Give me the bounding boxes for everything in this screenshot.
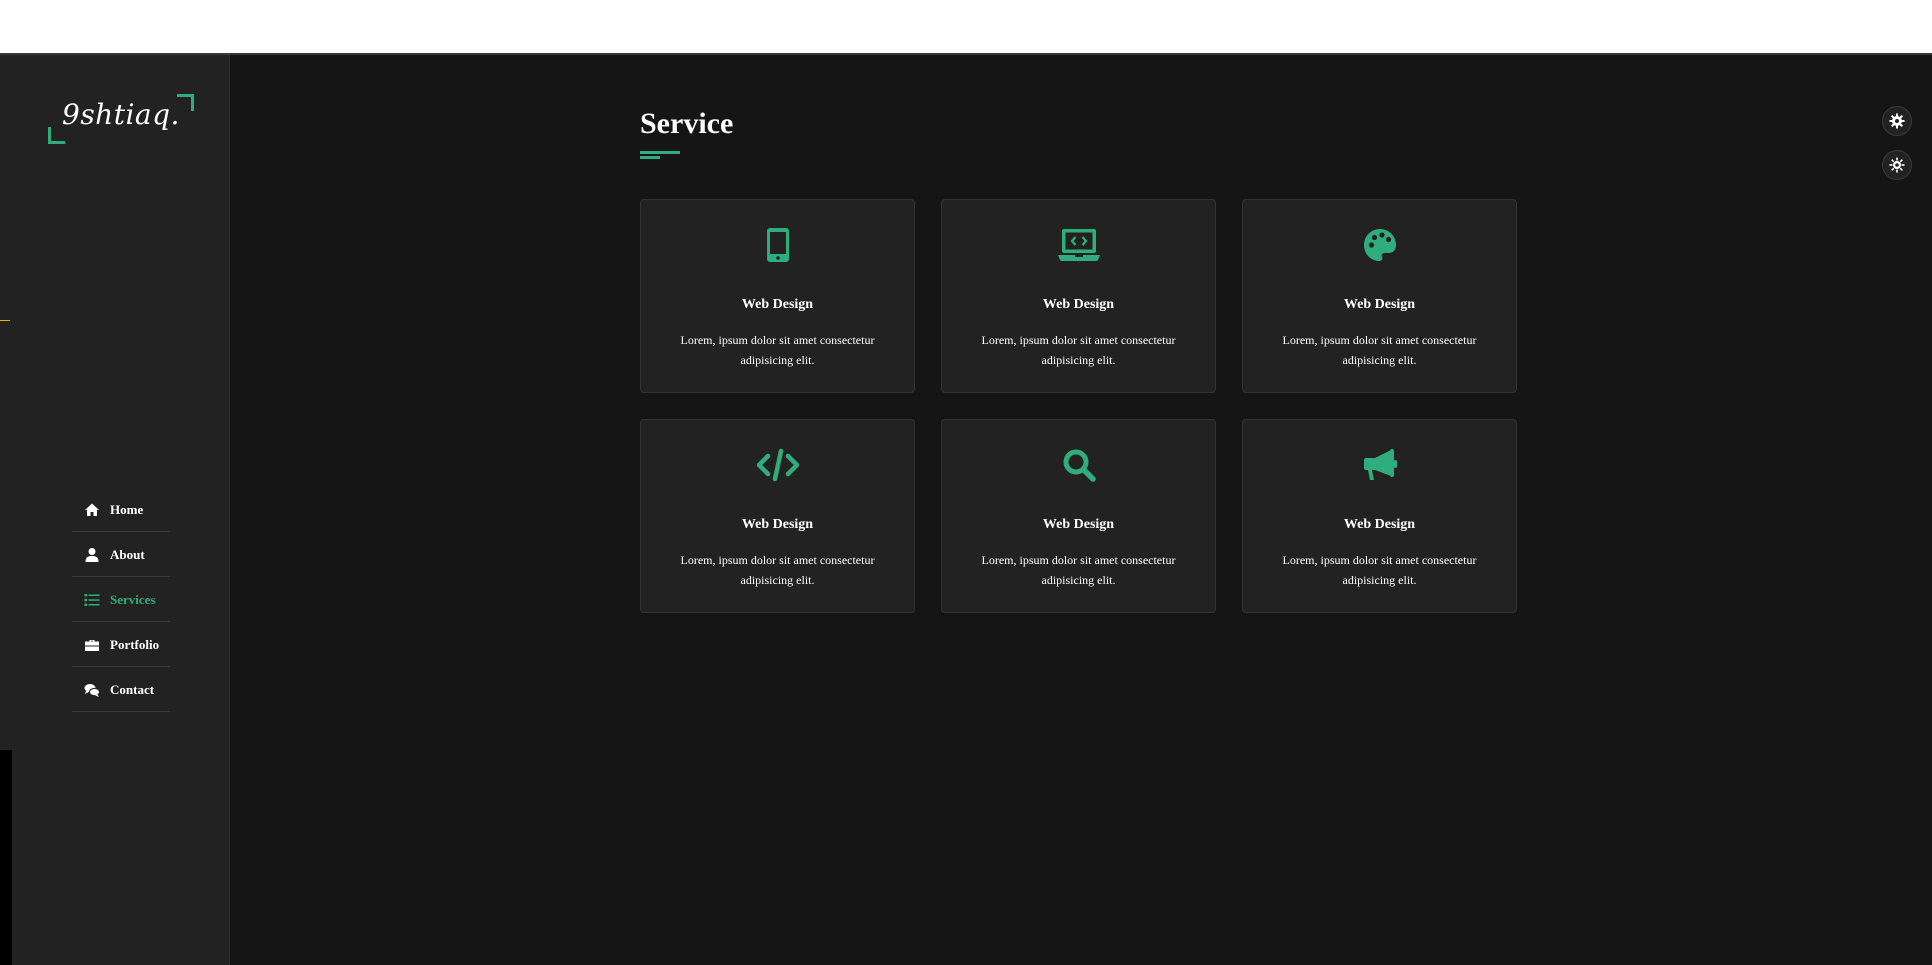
service-card[interactable]: Web Design Lorem, ipsum dolor sit amet c… [1242,199,1517,393]
home-icon [84,502,100,518]
list-icon [84,592,100,608]
logo[interactable]: 9shtiaq. [48,94,194,144]
palette-icon [1243,228,1516,262]
bullhorn-icon [1243,448,1516,482]
title-underline-short [640,156,660,159]
service-card[interactable]: Web Design Lorem, ipsum dolor sit amet c… [941,419,1216,613]
user-icon [84,547,100,563]
logo-text: 9shtiaq. [62,98,180,131]
service-title: Web Design [741,517,814,532]
mobile-icon [641,228,914,262]
sidebar-edge-shadow [0,750,12,965]
nav-item-label: Portfolio [110,636,160,652]
service-title: Web Design [1042,297,1115,312]
service-description: Lorem, ipsum dolor sit amet consectetur … [981,333,1176,367]
service-card[interactable]: Web Design Lorem, ipsum dolor sit amet c… [640,199,915,393]
nav-item-label: Home [110,501,144,517]
comments-icon [84,682,100,698]
service-title: Web Design [1042,517,1115,532]
service-card[interactable]: Web Design Lorem, ipsum dolor sit amet c… [941,199,1216,393]
main-nav: Home About Services Portfolio Contact [72,488,170,713]
code-icon [641,448,914,482]
service-card[interactable]: Web Design Lorem, ipsum dolor sit amet c… [1242,419,1517,613]
briefcase-icon [84,637,100,653]
nav-item-portfolio[interactable]: Portfolio [72,623,170,667]
theme-toggle-button[interactable] [1882,150,1912,180]
service-card[interactable]: Web Design Lorem, ipsum dolor sit amet c… [640,419,915,613]
settings-button[interactable] [1882,106,1912,136]
laptop-code-icon [942,228,1215,262]
section-title: Service [640,107,734,140]
nav-item-home[interactable]: Home [72,488,170,532]
service-title: Web Design [741,297,814,312]
browser-top-bar [0,0,1932,55]
nav-item-label: Contact [110,681,155,697]
nav-item-about[interactable]: About [72,533,170,577]
sidebar: 9shtiaq. Home About Services Portfolio C… [0,55,230,965]
service-description: Lorem, ipsum dolor sit amet consectetur … [1282,553,1477,587]
sun-icon [1889,157,1905,173]
nav-item-contact[interactable]: Contact [72,668,170,712]
service-description: Lorem, ipsum dolor sit amet consectetur … [981,553,1176,587]
service-title: Web Design [1343,297,1416,312]
service-description: Lorem, ipsum dolor sit amet consectetur … [680,333,875,367]
nav-item-label: About [110,546,145,562]
service-description: Lorem, ipsum dolor sit amet consectetur … [1282,333,1477,367]
search-icon [942,448,1215,482]
title-underline [640,151,680,154]
nav-item-label: Services [110,591,156,607]
service-description: Lorem, ipsum dolor sit amet consectetur … [680,553,875,587]
service-title: Web Design [1343,517,1416,532]
gear-icon [1889,113,1905,129]
sidebar-edge-marker [0,320,10,321]
nav-item-services[interactable]: Services [72,578,170,622]
